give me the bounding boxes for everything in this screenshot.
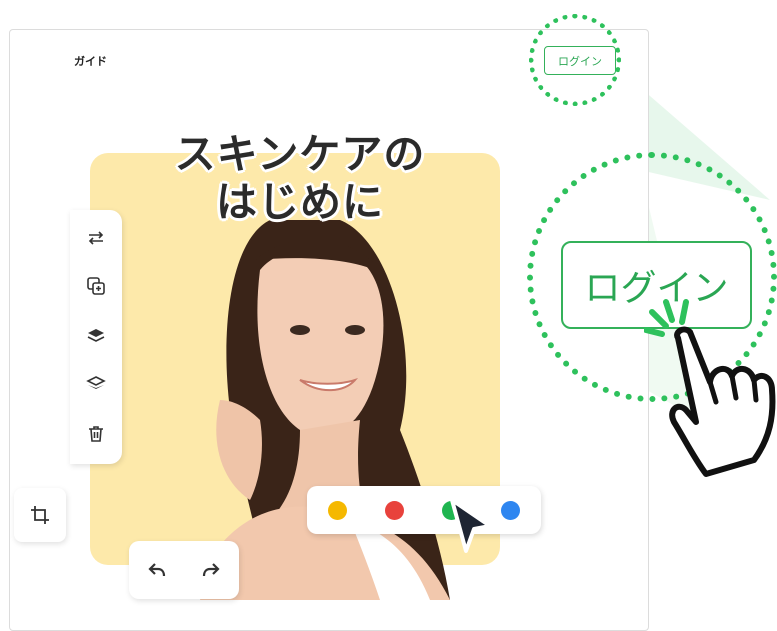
color-swatch-red[interactable] xyxy=(385,501,404,520)
pointer-cursor-icon xyxy=(450,498,492,553)
callout-highlight-ring xyxy=(529,14,621,106)
duplicate-icon[interactable] xyxy=(82,272,110,300)
nav-guide-link[interactable]: ガイド xyxy=(74,53,107,69)
tap-hand-icon xyxy=(644,299,776,477)
crop-icon[interactable] xyxy=(14,488,66,542)
color-swatch-blue[interactable] xyxy=(501,501,520,520)
bring-forward-icon[interactable] xyxy=(82,322,110,350)
swap-icon[interactable] xyxy=(82,224,110,252)
history-toolbar xyxy=(129,541,239,599)
color-swatch-yellow[interactable] xyxy=(328,501,347,520)
send-backward-icon[interactable] xyxy=(82,370,110,398)
delete-icon[interactable] xyxy=(82,420,110,448)
object-toolbar xyxy=(70,210,122,464)
color-picker xyxy=(307,486,541,534)
redo-icon[interactable] xyxy=(201,561,221,579)
undo-icon[interactable] xyxy=(147,561,167,579)
